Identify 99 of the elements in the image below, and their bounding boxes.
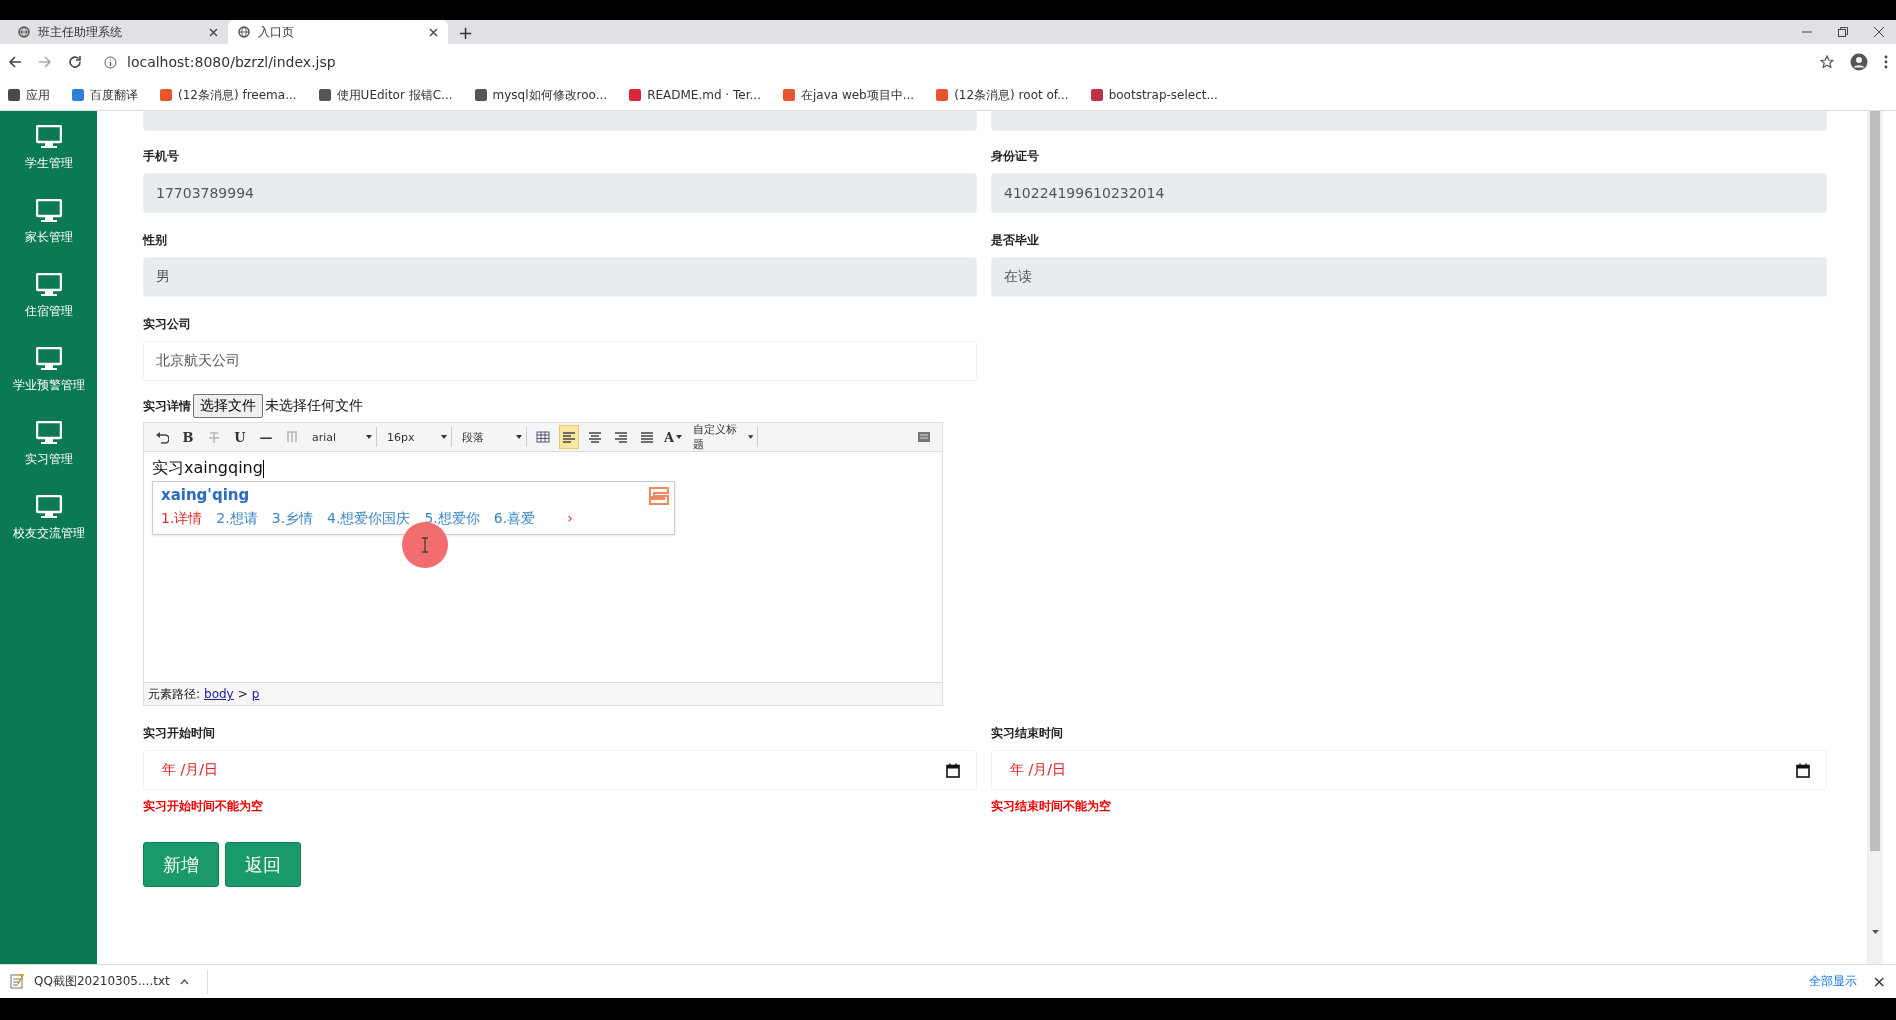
reload-icon[interactable] [68,55,82,69]
ime-composition: xaing'qing [161,486,250,504]
error-message: 实习开始时间不能为空 [143,798,264,815]
info-icon [104,55,117,69]
field-label: 实习结束时间 [991,725,1064,742]
bookmark[interactable]: 在java web项目中... [782,86,915,104]
field-label: 是否毕业 [991,232,1040,249]
editor-text: 实习xaingqing [152,458,265,479]
ime-logo-icon [646,484,672,508]
sidebar-item[interactable]: 校友交流管理 [0,495,97,555]
monitor-icon [35,421,62,445]
text-format-tool[interactable]: B [178,425,198,449]
form-button[interactable]: 返回 [225,842,301,887]
ime-candidate[interactable]: 1.详情 [161,510,203,528]
sidebar-item[interactable]: 学业预警管理 [0,347,97,407]
input-field[interactable]: 410224199610232014 [991,173,1827,213]
globe-icon [18,26,30,38]
date-field[interactable]: 年 /月/日 [143,750,977,790]
field-label: 身份证号 [991,148,1040,165]
download-item[interactable]: QQ截图20210305....txt [10,969,208,994]
field-label: 实习公司 [143,316,192,333]
element-path-label: 元素路径: [148,685,201,703]
input-field[interactable] [143,111,977,131]
restore-icon[interactable] [1838,27,1848,37]
close-icon[interactable] [209,27,218,37]
text-format-tool[interactable]: — [256,425,276,449]
tab-title: 入口页 [258,23,295,41]
caret-icon [516,435,522,439]
input-field[interactable]: 男 [143,257,977,297]
date-field[interactable]: 年 /月/日 [991,750,1827,790]
calendar-icon [946,762,960,778]
text-format-tool[interactable]: A [663,425,684,449]
input-field[interactable]: 17703789994 [143,173,977,213]
caret-icon [366,435,372,439]
close-button[interactable]: × [1872,972,1886,991]
ime-candidate[interactable]: 6.喜爱 [493,510,536,528]
back-icon[interactable] [8,55,22,69]
url-field[interactable]: localhost:8080/bzrzl/index.jsp [98,49,1804,75]
form-button[interactable]: 新增 [143,842,219,887]
file-status: 未选择任何文件 [265,397,363,415]
account-icon[interactable] [1850,53,1868,71]
close-icon[interactable] [429,27,438,37]
sidebar-item[interactable]: 实习管理 [0,421,97,481]
star-icon[interactable] [1820,55,1834,69]
error-message: 实习结束时间不能为空 [991,798,1112,815]
bookmark[interactable]: 百度翻译 [72,86,138,104]
next-page-arrow[interactable]: › [567,510,573,528]
monitor-icon [35,495,62,519]
show-all-link[interactable]: 全部显示 [1808,973,1857,990]
globe-icon [238,26,250,38]
ime-candidate[interactable]: 2.想请 [216,510,258,528]
caret-icon [441,435,447,439]
bookmark[interactable]: bootstrap-select... [1090,88,1218,102]
align-left-icon[interactable] [559,425,579,449]
browser-tab[interactable]: 入口页 [228,20,448,44]
ime-candidate[interactable]: 3.乡情 [271,510,314,528]
tab-title: 班主任助理系统 [38,23,123,41]
url-text: localhost:8080/bzrzl/index.jsp [127,54,336,70]
input-field[interactable] [991,111,1827,131]
sidebar-item[interactable]: 学生管理 [0,125,97,185]
forward-icon[interactable] [38,55,52,69]
caret-icon [676,435,683,439]
monitor-icon [35,199,62,223]
bookmark[interactable]: 使用UEditor 报错C... [318,86,453,104]
path-link[interactable]: body [204,687,234,701]
choose-file-button[interactable]: 选择文件 [193,394,263,418]
dropdown[interactable]: arial [308,427,377,447]
dropdown[interactable]: 16px [383,427,452,447]
bookmark[interactable]: 应用 [8,86,50,104]
ime-candidate[interactable]: 4.想爱你国庆 [327,510,411,528]
bookmark[interactable]: (12条消息) freema... [160,86,297,104]
new-tab-button[interactable]: + [448,21,484,43]
more-icon[interactable] [1884,55,1888,69]
path-separator: > [237,687,248,701]
input-field[interactable]: 在读 [991,257,1827,297]
monitor-icon [35,125,62,149]
chevron-up-icon [179,978,189,985]
input-field[interactable]: 北京航天公司 [143,341,977,381]
close-icon[interactable] [1874,27,1884,37]
ime-candidate[interactable]: 5.想爱你 [424,510,480,528]
sidebar-item[interactable]: 家长管理 [0,199,97,259]
monitor-icon [35,273,62,297]
scroll-down-icon [1871,930,1879,934]
field-label: 实习详情 [143,397,191,415]
caret-icon [747,435,754,439]
bookmark[interactable]: mysql如何修改roo... [474,86,608,104]
calendar-icon [1796,762,1810,778]
path-link[interactable]: p [251,687,260,701]
dropdown[interactable]: 段落 [458,427,527,447]
sidebar-item[interactable]: 住宿管理 [0,273,97,333]
bookmark[interactable]: README.md · Ter... [629,88,761,102]
text-format-tool[interactable]: U [230,425,250,449]
field-label: 实习开始时间 [143,725,216,742]
text-file-icon [10,974,24,989]
bookmark[interactable]: (12条消息) root of... [936,86,1069,104]
field-label: 手机号 [143,148,180,165]
scrollbar[interactable] [1867,111,1883,964]
field-label: 性别 [143,232,168,249]
monitor-icon [35,347,62,371]
